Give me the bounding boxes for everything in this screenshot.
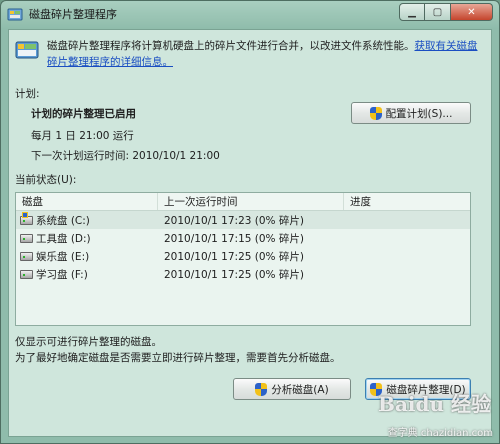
disk-name: 学习盘 (F:) — [36, 268, 88, 281]
system-drive-icon — [20, 211, 33, 225]
configure-schedule-label: 配置计划(S)... — [385, 107, 453, 120]
description-body: 磁盘碎片整理程序将计算机硬盘上的碎片文件进行合并，以改进文件系统性能。 — [47, 40, 415, 52]
column-header-disk[interactable]: 磁盘 — [16, 193, 158, 210]
disk-row[interactable]: 学习盘 (F:) 2010/10/1 17:25 (0% 碎片) — [16, 265, 470, 283]
analyze-disk-button[interactable]: 分析磁盘(A) — [233, 378, 351, 400]
close-button[interactable]: ✕ — [451, 3, 493, 21]
current-status-label: 当前状态(U): — [15, 174, 77, 186]
last-run-cell: 2010/10/1 17:15 (0% 碎片) — [164, 232, 304, 245]
watermark-brand: Baidu 经验 — [378, 392, 491, 416]
analyze-note: 为了最好地确定磁盘是否需要立即进行碎片整理，需要首先分析磁盘。 — [15, 352, 341, 364]
defrag-window: 磁盘碎片整理程序 ▁ ▢ ✕ 磁盘碎片整理程序将计算机硬盘上的碎片文件进行合并，… — [0, 0, 500, 444]
schedule-label: 计划: — [15, 88, 40, 100]
title-bar[interactable]: 磁盘碎片整理程序 ▁ ▢ ✕ — [1, 1, 499, 27]
close-icon: ✕ — [467, 6, 476, 18]
uac-shield-icon — [255, 382, 268, 396]
disk-row[interactable]: 娱乐盘 (E:) 2010/10/1 17:25 (0% 碎片) — [16, 247, 470, 265]
defrag-app-icon — [7, 6, 23, 22]
disk-list[interactable]: 磁盘 上一次运行时间 进度 系统盘 (C:) 2010/10/1 17:23 (… — [15, 192, 471, 326]
drive-icon — [20, 233, 33, 243]
last-run-cell: 2010/10/1 17:25 (0% 碎片) — [164, 250, 304, 263]
drive-icon — [20, 269, 33, 279]
last-run-cell: 2010/10/1 17:23 (0% 碎片) — [164, 214, 304, 227]
minimize-button[interactable]: ▁ — [399, 3, 425, 21]
column-header-last-run[interactable]: 上一次运行时间 — [158, 193, 344, 210]
maximize-icon: ▢ — [432, 6, 443, 18]
window-controls: ▁ ▢ ✕ — [399, 3, 493, 21]
column-header-progress[interactable]: 进度 — [344, 193, 470, 210]
schedule-run: 每月 1 日 21:00 运行 — [31, 130, 134, 142]
description-area: 磁盘碎片整理程序将计算机硬盘上的碎片文件进行合并，以改进文件系统性能。获取有关磁… — [15, 38, 485, 70]
disk-row[interactable]: 工具盘 (D:) 2010/10/1 17:15 (0% 碎片) — [16, 229, 470, 247]
description-text: 磁盘碎片整理程序将计算机硬盘上的碎片文件进行合并，以改进文件系统性能。获取有关磁… — [47, 38, 485, 70]
maximize-button[interactable]: ▢ — [425, 3, 451, 21]
defrag-icon — [15, 38, 39, 62]
minimize-icon: ▁ — [408, 6, 416, 18]
dialog-content: 磁盘碎片整理程序将计算机硬盘上的碎片文件进行合并，以改进文件系统性能。获取有关磁… — [8, 29, 492, 437]
list-header: 磁盘 上一次运行时间 进度 — [16, 193, 470, 211]
disk-row[interactable]: 系统盘 (C:) 2010/10/1 17:23 (0% 碎片) — [16, 211, 470, 229]
disk-cell: 娱乐盘 (E:) — [16, 249, 158, 264]
disk-name: 系统盘 (C:) — [36, 214, 90, 227]
uac-shield-icon — [369, 106, 382, 120]
analyze-disk-label: 分析磁盘(A) — [271, 383, 329, 396]
drive-icon — [20, 251, 33, 261]
disk-name: 娱乐盘 (E:) — [36, 250, 90, 263]
disk-cell: 学习盘 (F:) — [16, 267, 158, 282]
schedule-next-run: 下一次计划运行时间: 2010/10/1 21:00 — [31, 150, 220, 162]
disk-name: 工具盘 (D:) — [36, 232, 91, 245]
disks-note: 仅显示可进行碎片整理的磁盘。 — [15, 336, 162, 348]
disk-cell: 系统盘 (C:) — [16, 211, 158, 228]
window-title: 磁盘碎片整理程序 — [29, 8, 117, 21]
configure-schedule-button[interactable]: 配置计划(S)... — [351, 102, 471, 124]
watermark-site: 查字典 chazidian.com — [387, 428, 493, 439]
disk-cell: 工具盘 (D:) — [16, 231, 158, 246]
last-run-cell: 2010/10/1 17:25 (0% 碎片) — [164, 268, 304, 281]
schedule-status: 计划的碎片整理已启用 — [31, 108, 136, 120]
